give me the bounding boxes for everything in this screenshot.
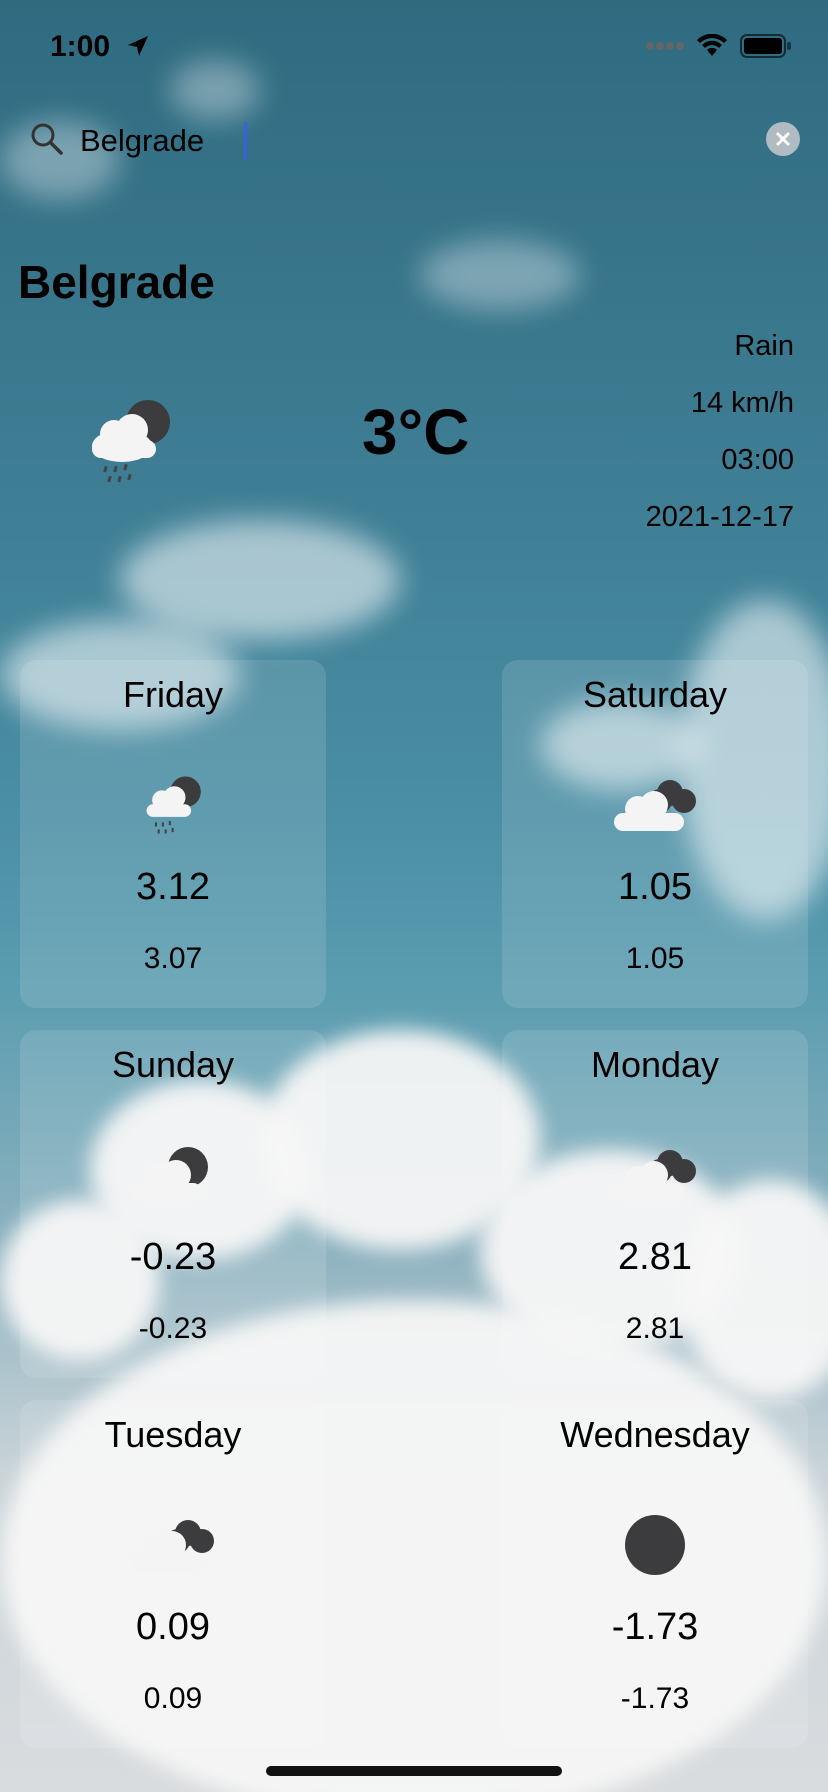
cloud-dark-icon: [134, 1147, 208, 1201]
forecast-day: Wednesday: [560, 1414, 750, 1455]
cellular-signal-icon: [646, 42, 684, 50]
wind-speed: 14 km/h: [690, 387, 794, 419]
forecast-day: Saturday: [582, 674, 728, 715]
forecast-card-saturday[interactable]: Saturday 1.05 1.05: [502, 660, 808, 1008]
home-indicator[interactable]: [266, 1766, 562, 1776]
broken-clouds-icon: [614, 1150, 696, 1201]
forecast-date: 2021-12-17: [645, 501, 794, 533]
close-icon: [776, 132, 790, 146]
forecast-card-friday[interactable]: Friday 3.12 3.07: [20, 660, 326, 1008]
forecast-card-sunday[interactable]: Sunday -0.23 -0.23: [20, 1030, 326, 1378]
forecast-feels-like: 3.07: [143, 942, 203, 975]
forecast-feels-like: -1.73: [620, 1682, 690, 1715]
forecast-day: Tuesday: [104, 1414, 242, 1455]
forecast-feels-like: 2.81: [625, 1312, 685, 1345]
forecast-temp: 1.05: [618, 866, 692, 908]
clear-search-button[interactable]: [766, 122, 800, 156]
forecast-card-monday[interactable]: Monday 2.81 2.81: [502, 1030, 808, 1378]
forecast-temp: -0.23: [129, 1236, 217, 1278]
forecast-temp: 0.09: [136, 1606, 210, 1648]
forecast-day: Friday: [122, 674, 224, 715]
status-indicators: [646, 34, 792, 58]
forecast-day: Monday: [590, 1044, 720, 1085]
search-icon: [31, 123, 63, 155]
broken-clouds-icon: [132, 1520, 214, 1571]
forecast-feels-like: -0.23: [138, 1312, 208, 1345]
forecast-feels-like: 1.05: [625, 942, 685, 975]
forecast-temp: -1.73: [611, 1606, 699, 1648]
forecast-feels-like: 0.09: [143, 1682, 203, 1715]
search-bar[interactable]: [30, 118, 800, 166]
broken-clouds-icon: [614, 780, 696, 831]
rain-cloud-icon: [146, 776, 201, 834]
condition-label: Rain: [734, 330, 794, 362]
battery-icon: [740, 34, 791, 58]
text-cursor: [244, 122, 247, 160]
wifi-icon: [697, 34, 727, 56]
status-time: 1:00: [50, 30, 111, 63]
forecast-card-wednesday[interactable]: Wednesday -1.73 -1.73: [502, 1400, 808, 1748]
forecast-time: 03:00: [721, 444, 794, 476]
forecast-temp: 3.12: [136, 866, 210, 908]
current-details: Rain 14 km/h 03:00 2021-12-17: [646, 318, 794, 546]
current-temperature: 3°C: [362, 396, 470, 468]
forecast-card-tuesday[interactable]: Tuesday 0.09 0.09: [20, 1400, 326, 1748]
forecast-temp: 2.81: [618, 1236, 692, 1278]
city-name: Belgrade: [18, 256, 215, 308]
dark-disc-icon: [625, 1515, 685, 1575]
search-input[interactable]: [78, 118, 722, 164]
forecast-day: Sunday: [111, 1044, 235, 1085]
location-arrow-icon: [128, 36, 148, 56]
rain-cloud-icon: [92, 400, 170, 483]
